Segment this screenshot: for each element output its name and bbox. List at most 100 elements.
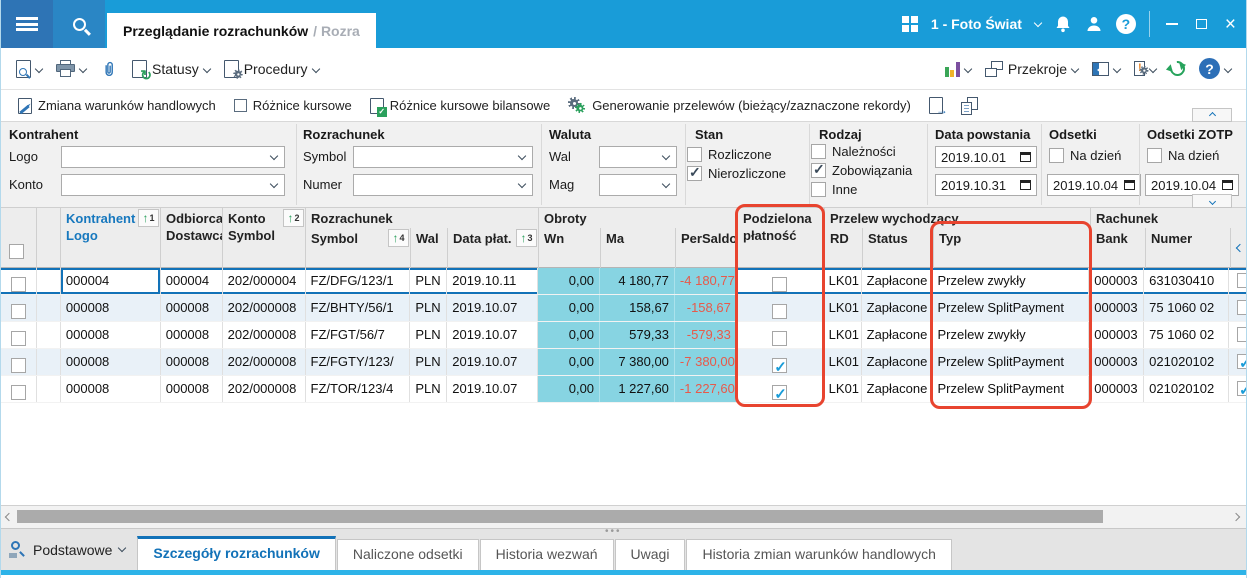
cell-rd[interactable]: LK01: [824, 376, 862, 402]
date-from-input[interactable]: 2019.10.01: [935, 146, 1037, 168]
filter-mag-combobox[interactable]: [599, 174, 677, 196]
cell-odbiorca[interactable]: 000008: [161, 376, 223, 402]
cell-numer[interactable]: 75 1060 02: [1144, 295, 1230, 321]
przekroje-button[interactable]: Przekroje: [978, 57, 1085, 81]
calendar-icon[interactable]: [1124, 180, 1135, 190]
cell-persaldo[interactable]: -4 180,77: [674, 268, 737, 294]
table-row[interactable]: 000004 000004 202/000004 FZ/DFG/123/1 PL…: [1, 268, 1246, 295]
row-checkbox[interactable]: [10, 357, 26, 373]
hamburger-menu-button[interactable]: [1, 0, 53, 48]
splitter-grip[interactable]: •••: [605, 527, 622, 537]
help-menu-button[interactable]: ?: [1192, 54, 1238, 83]
cell-wn[interactable]: 0,00: [538, 322, 601, 348]
cell-row-select[interactable]: [1, 322, 37, 348]
user-profile-icon[interactable]: [1085, 15, 1103, 33]
checkbox[interactable]: [811, 144, 826, 159]
filter-naleznosci-checkbox[interactable]: Należności: [811, 144, 896, 159]
sort-indicator-3[interactable]: ↑ 3: [516, 229, 537, 247]
checkbox[interactable]: [1147, 148, 1162, 163]
calendar-icon[interactable]: [1020, 180, 1031, 190]
zotp-na-dzien-checkbox[interactable]: Na dzień: [1147, 148, 1219, 163]
notifications-bell-icon[interactable]: [1054, 15, 1072, 33]
procedury-button[interactable]: Procedury: [217, 56, 326, 82]
row-checkbox[interactable]: [10, 276, 26, 292]
expand-filters-button[interactable]: [1192, 194, 1232, 208]
cell-bank[interactable]: 000003: [1089, 349, 1145, 375]
collapse-filters-button[interactable]: [1192, 108, 1232, 122]
cell-status[interactable]: Zapłacone: [862, 268, 933, 294]
cell-konto[interactable]: 202/000008: [223, 376, 306, 402]
cell-odbiorca[interactable]: 000008: [161, 295, 223, 321]
settings-warning-button[interactable]: !: [1127, 57, 1163, 80]
cell-data-plat[interactable]: 2019.10.11: [447, 268, 539, 294]
cell-konto[interactable]: 202/000004: [223, 268, 306, 294]
header-podzielona-platnosc[interactable]: Podzielona płatność: [738, 208, 825, 268]
clipped-checkbox[interactable]: [1237, 300, 1246, 315]
copy-records-button[interactable]: [952, 95, 987, 117]
checkbox[interactable]: [811, 182, 826, 197]
header-konto-symbol[interactable]: Konto Symbol ↑ 2: [223, 208, 306, 268]
header-select-all[interactable]: [1, 208, 37, 268]
statusy-button[interactable]: ↻ Statusy: [125, 56, 217, 82]
cell-row-select[interactable]: [1, 376, 37, 402]
podstawowe-selector[interactable]: Podstawowe: [1, 529, 137, 570]
cell-ma[interactable]: 158,67: [600, 295, 675, 321]
document-tab[interactable]: Przeglądanie rozrachunków / Rozra: [107, 13, 376, 48]
cell-wal[interactable]: PLN: [410, 295, 448, 321]
clipped-checkbox[interactable]: [1237, 378, 1246, 402]
cell-podzielona[interactable]: [737, 322, 824, 348]
print-button[interactable]: [49, 56, 93, 82]
scroll-right-icon[interactable]: [1231, 512, 1241, 522]
header-collapse-panel[interactable]: [1231, 228, 1246, 268]
cell-status[interactable]: Zapłacone: [862, 295, 933, 321]
header-bank[interactable]: Bank: [1091, 228, 1146, 268]
cell-rd[interactable]: LK01: [824, 268, 862, 294]
cell-ma[interactable]: 4 180,77: [600, 268, 675, 294]
odsetki-date-input[interactable]: 2019.10.04: [1047, 174, 1141, 196]
cell-konto[interactable]: 202/000008: [223, 349, 306, 375]
row-checkbox[interactable]: [10, 330, 26, 346]
podzielona-checkbox[interactable]: [772, 330, 788, 346]
cell-podzielona[interactable]: [737, 295, 824, 321]
cell-row-select[interactable]: [1, 295, 37, 321]
cell-status[interactable]: Zapłacone: [862, 376, 933, 402]
zmiana-warunkow-button[interactable]: Zmiana warunków handlowych: [9, 96, 225, 116]
filter-konto-combobox[interactable]: [61, 174, 285, 196]
filter-rozliczone-checkbox[interactable]: Rozliczone: [687, 147, 772, 162]
sort-indicator-4[interactable]: ↑ 4: [388, 229, 409, 247]
filter-symbol-combobox[interactable]: [353, 146, 533, 168]
cell-wal[interactable]: PLN: [410, 268, 448, 294]
tab-historia-zmian[interactable]: Historia zmian warunków handlowych: [686, 539, 952, 570]
scroll-left-icon[interactable]: [4, 512, 14, 522]
cell-persaldo[interactable]: -579,33: [674, 322, 737, 348]
clipped-checkbox[interactable]: [1237, 273, 1246, 288]
cell-persaldo[interactable]: -1 227,60: [674, 376, 737, 402]
cell-typ[interactable]: Przelew SplitPayment: [933, 349, 1090, 375]
header-ma[interactable]: Ma: [601, 228, 676, 268]
header-persaldo[interactable]: PerSaldo: [676, 228, 738, 268]
header-wn[interactable]: Wn: [539, 228, 601, 268]
cell-symbol[interactable]: FZ/BHTY/56/1: [306, 295, 411, 321]
cell-row-select[interactable]: [1, 349, 37, 375]
cell-persaldo[interactable]: -158,67: [674, 295, 737, 321]
table-row[interactable]: 000008 000008 202/000008 FZ/FGTY/123/ PL…: [1, 349, 1246, 376]
help-icon[interactable]: ?: [1115, 14, 1136, 34]
podzielona-checkbox[interactable]: [772, 276, 788, 292]
cell-bank[interactable]: 000003: [1089, 322, 1145, 348]
sort-indicator-1[interactable]: ↑ 1: [138, 209, 159, 227]
cell-logo[interactable]: 000004: [60, 268, 161, 294]
cell-podzielona[interactable]: [737, 376, 824, 402]
tab-uwagi[interactable]: Uwagi: [614, 539, 686, 570]
sort-indicator-2[interactable]: ↑ 2: [283, 209, 304, 227]
horizontal-scrollbar[interactable]: [1, 505, 1246, 528]
refresh-button[interactable]: [1163, 57, 1192, 80]
company-chevron-down-icon[interactable]: [1033, 18, 1043, 27]
cell-rd[interactable]: LK01: [824, 322, 862, 348]
cell-wn[interactable]: 0,00: [538, 349, 601, 375]
cell-data-plat[interactable]: 2019.10.07: [447, 295, 539, 321]
cell-logo[interactable]: 000008: [61, 295, 161, 321]
global-search-button[interactable]: [53, 0, 105, 48]
clipped-checkbox[interactable]: [1237, 327, 1246, 342]
select-all-checkbox[interactable]: [9, 244, 24, 259]
table-row[interactable]: 000008 000008 202/000008 FZ/FGT/56/7 PLN…: [1, 322, 1246, 349]
